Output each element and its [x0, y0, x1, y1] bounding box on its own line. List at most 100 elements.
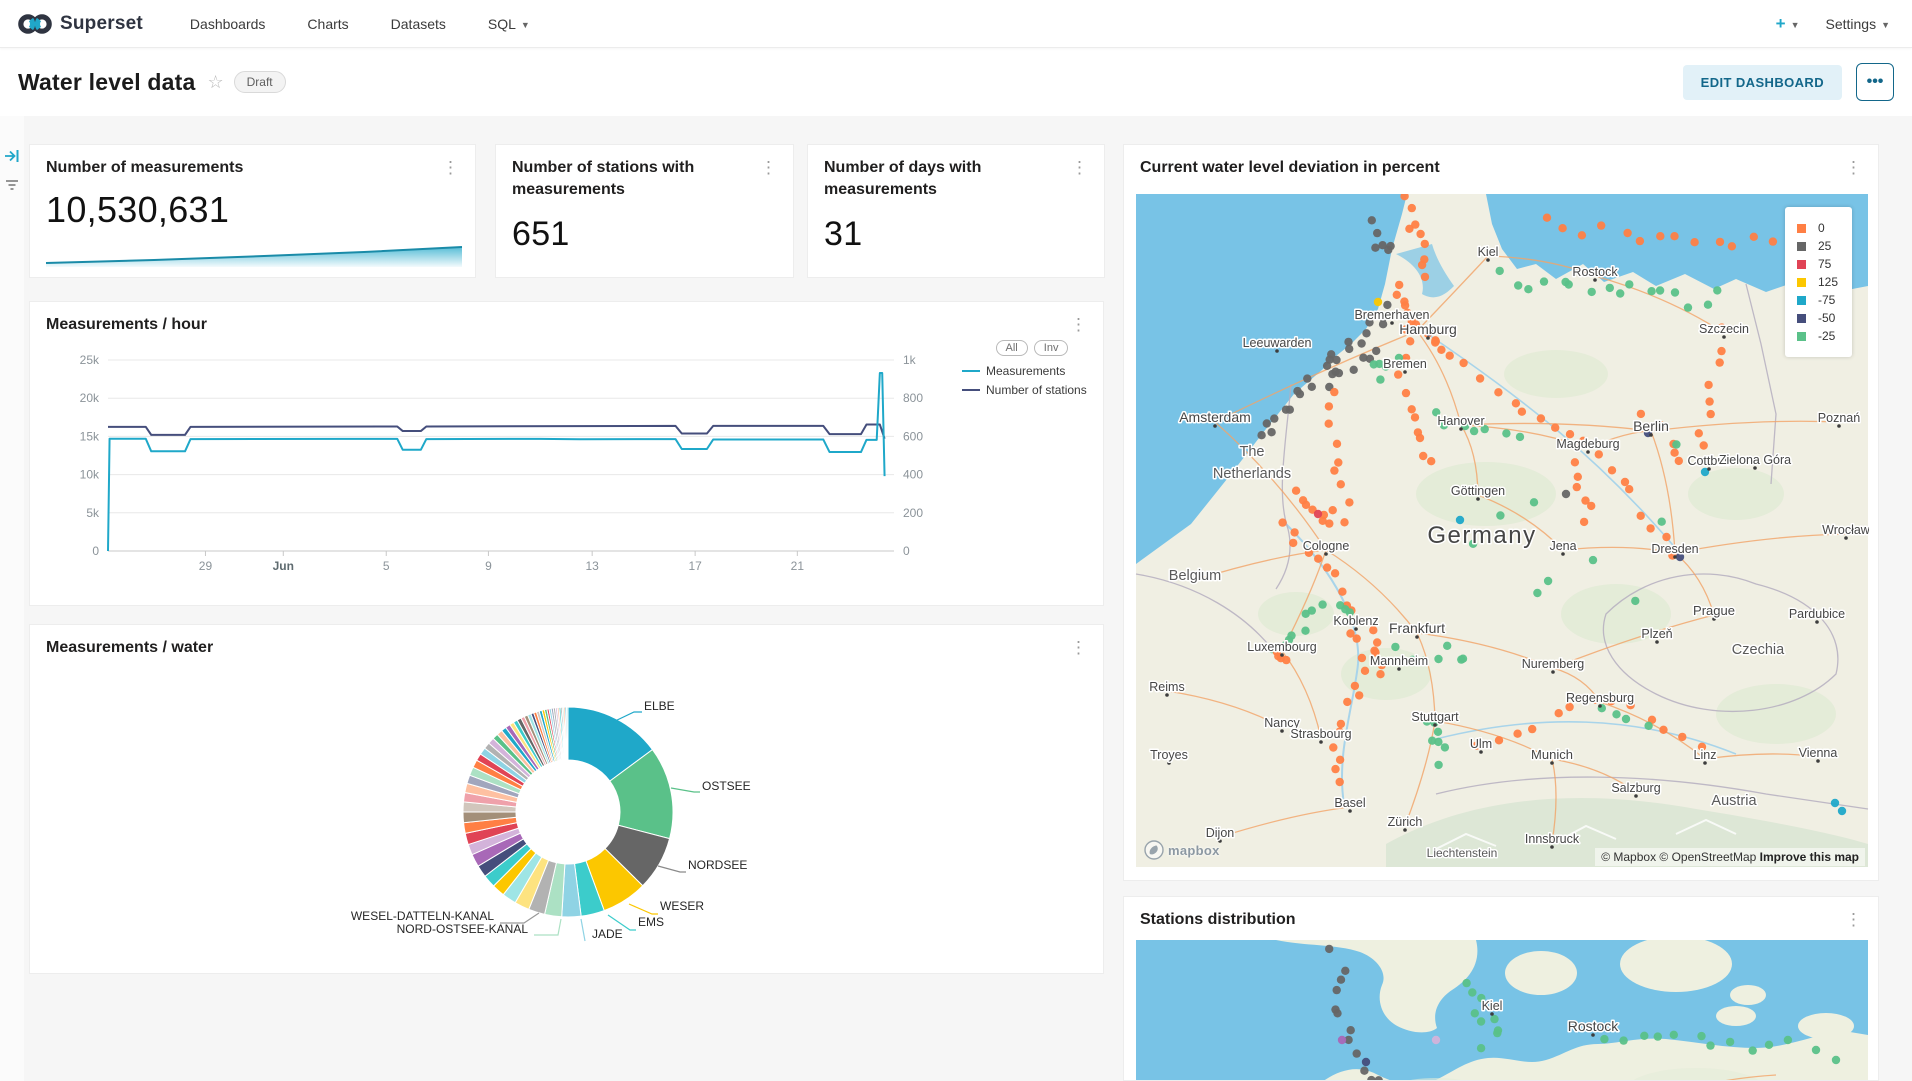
legend-item[interactable]: Number of stations — [962, 383, 1102, 397]
station-dot — [1528, 725, 1536, 733]
station-dot — [1700, 441, 1708, 449]
legend-item[interactable]: Measurements — [962, 364, 1102, 378]
new-menu[interactable]: +▼ — [1776, 14, 1800, 34]
station-dot — [1434, 728, 1442, 736]
filter-rail — [0, 116, 24, 1081]
station-dot — [1600, 1035, 1608, 1043]
map-place-label: Belgium — [1169, 568, 1221, 584]
line-chart: 25k1k20k80015k60010k4005k2000029Jun59131… — [30, 302, 1105, 607]
settings-menu[interactable]: Settings▼ — [1825, 16, 1890, 32]
station-dot — [1537, 414, 1545, 422]
map-legend-item[interactable]: -50 — [1797, 311, 1838, 325]
legend-swatch — [1797, 224, 1806, 233]
nav-sql[interactable]: SQL▼ — [467, 16, 551, 32]
x-axis-tick: 13 — [585, 559, 599, 573]
station-dot — [1338, 588, 1346, 596]
map-place-label: Czechia — [1732, 642, 1785, 658]
expand-filter-bar-icon[interactable] — [4, 148, 20, 164]
legend-swatch — [1797, 314, 1806, 323]
card-number-of-days: Number of days with measurements ⋮ 31 — [807, 144, 1105, 278]
map-place-label: Poznań — [1818, 411, 1860, 425]
kebab-menu-icon[interactable]: ⋮ — [1839, 155, 1868, 180]
station-dot — [1471, 1009, 1479, 1017]
station-dot — [1494, 388, 1502, 396]
filter-icon[interactable] — [4, 176, 20, 192]
y-axis-right-tick: 600 — [903, 429, 923, 443]
map-legend-item[interactable]: -25 — [1797, 329, 1838, 343]
station-dot — [1717, 347, 1725, 355]
station-dot — [1353, 634, 1361, 642]
station-dot — [1376, 375, 1384, 383]
map-place-label: Vienna — [1799, 746, 1838, 760]
station-dot — [1619, 1036, 1627, 1044]
map-viewport[interactable]: KielRostock — [1135, 940, 1869, 1081]
map-place-label: Troyes — [1150, 748, 1188, 762]
station-dot — [1263, 419, 1271, 427]
station-dot — [1287, 631, 1295, 639]
station-dot — [1358, 654, 1366, 662]
station-dot — [1408, 405, 1416, 413]
station-dot — [1706, 1041, 1714, 1049]
nav-datasets[interactable]: Datasets — [370, 16, 467, 32]
donut-slice[interactable] — [567, 707, 568, 760]
donut-label: WESEL-DATTELN-KANAL — [351, 909, 494, 923]
map-legend-item[interactable]: 75 — [1797, 257, 1838, 271]
map-place-label: Germany — [1427, 522, 1536, 549]
dashboard-more-button[interactable]: ••• — [1856, 63, 1894, 101]
station-dot — [1574, 473, 1582, 481]
station-dot — [1441, 743, 1449, 751]
big-number-value: 10,530,631 — [46, 189, 229, 231]
kebab-menu-icon[interactable]: ⋮ — [436, 155, 465, 180]
legend-swatch — [1797, 332, 1806, 341]
donut-chart — [30, 625, 1105, 975]
map-place-label: Austria — [1711, 793, 1757, 809]
improve-map-link[interactable]: Improve this map — [1760, 850, 1859, 864]
legend-swatch — [1797, 242, 1806, 251]
station-dot — [1595, 450, 1603, 458]
kebab-menu-icon[interactable]: ⋮ — [1839, 907, 1868, 932]
legend-swatch — [962, 370, 980, 372]
map-place-label: Linz — [1694, 748, 1717, 762]
legend-label: 0 — [1818, 221, 1825, 235]
map-place-label: Liechtenstein — [1427, 846, 1498, 860]
station-dot — [1421, 273, 1429, 281]
dashboard-titlebar: Water level data ☆ Draft EDIT DASHBOARD … — [0, 48, 1912, 116]
map-color-legend: 0 25 75 125 -75 -50 -25 — [1785, 207, 1852, 357]
y-axis-right-tick: 1k — [903, 353, 917, 367]
map-legend-item[interactable]: 125 — [1797, 275, 1838, 289]
map-place-label: Regensburg — [1566, 691, 1634, 705]
legend-label: -50 — [1818, 311, 1835, 325]
station-dot — [1831, 799, 1839, 807]
station-dot — [1514, 281, 1522, 289]
mapbox-logo[interactable]: mapbox — [1144, 840, 1220, 860]
nav-charts[interactable]: Charts — [286, 16, 369, 32]
page-title: Water level data — [18, 69, 195, 96]
nav-dashboards[interactable]: Dashboards — [169, 16, 287, 32]
favorite-star-icon[interactable]: ☆ — [207, 72, 223, 93]
station-dot — [1329, 506, 1337, 514]
legend-label: 75 — [1818, 257, 1831, 271]
kebab-menu-icon[interactable]: ⋮ — [1065, 155, 1094, 180]
donut-label: WESER — [660, 899, 704, 913]
station-dot — [1325, 519, 1333, 527]
map-place-label: Wrocław — [1822, 523, 1869, 537]
x-axis-tick: 17 — [688, 559, 702, 573]
station-dot — [1684, 303, 1692, 311]
map-place-label: Nuremberg — [1522, 657, 1585, 671]
station-dot — [1784, 1036, 1792, 1044]
legend-all-button[interactable]: All — [996, 340, 1028, 356]
kebab-menu-icon[interactable]: ⋮ — [754, 155, 783, 180]
map-legend-item[interactable]: -75 — [1797, 293, 1838, 307]
x-axis-tick: Jun — [273, 559, 294, 573]
edit-dashboard-button[interactable]: EDIT DASHBOARD — [1683, 65, 1842, 100]
map-viewport[interactable]: LeeuwardenAmsterdamTheNetherlandsBelgium… — [1135, 194, 1869, 867]
station-dot — [1502, 429, 1510, 437]
map-legend-item[interactable]: 25 — [1797, 239, 1838, 253]
station-dot — [1330, 388, 1338, 396]
station-dot — [1405, 225, 1413, 233]
map-legend-item[interactable]: 0 — [1797, 221, 1838, 235]
superset-logo[interactable]: Superset — [0, 12, 169, 36]
station-dot — [1270, 414, 1278, 422]
legend-inv-button[interactable]: Inv — [1034, 340, 1069, 356]
legend-label: Measurements — [986, 364, 1065, 378]
